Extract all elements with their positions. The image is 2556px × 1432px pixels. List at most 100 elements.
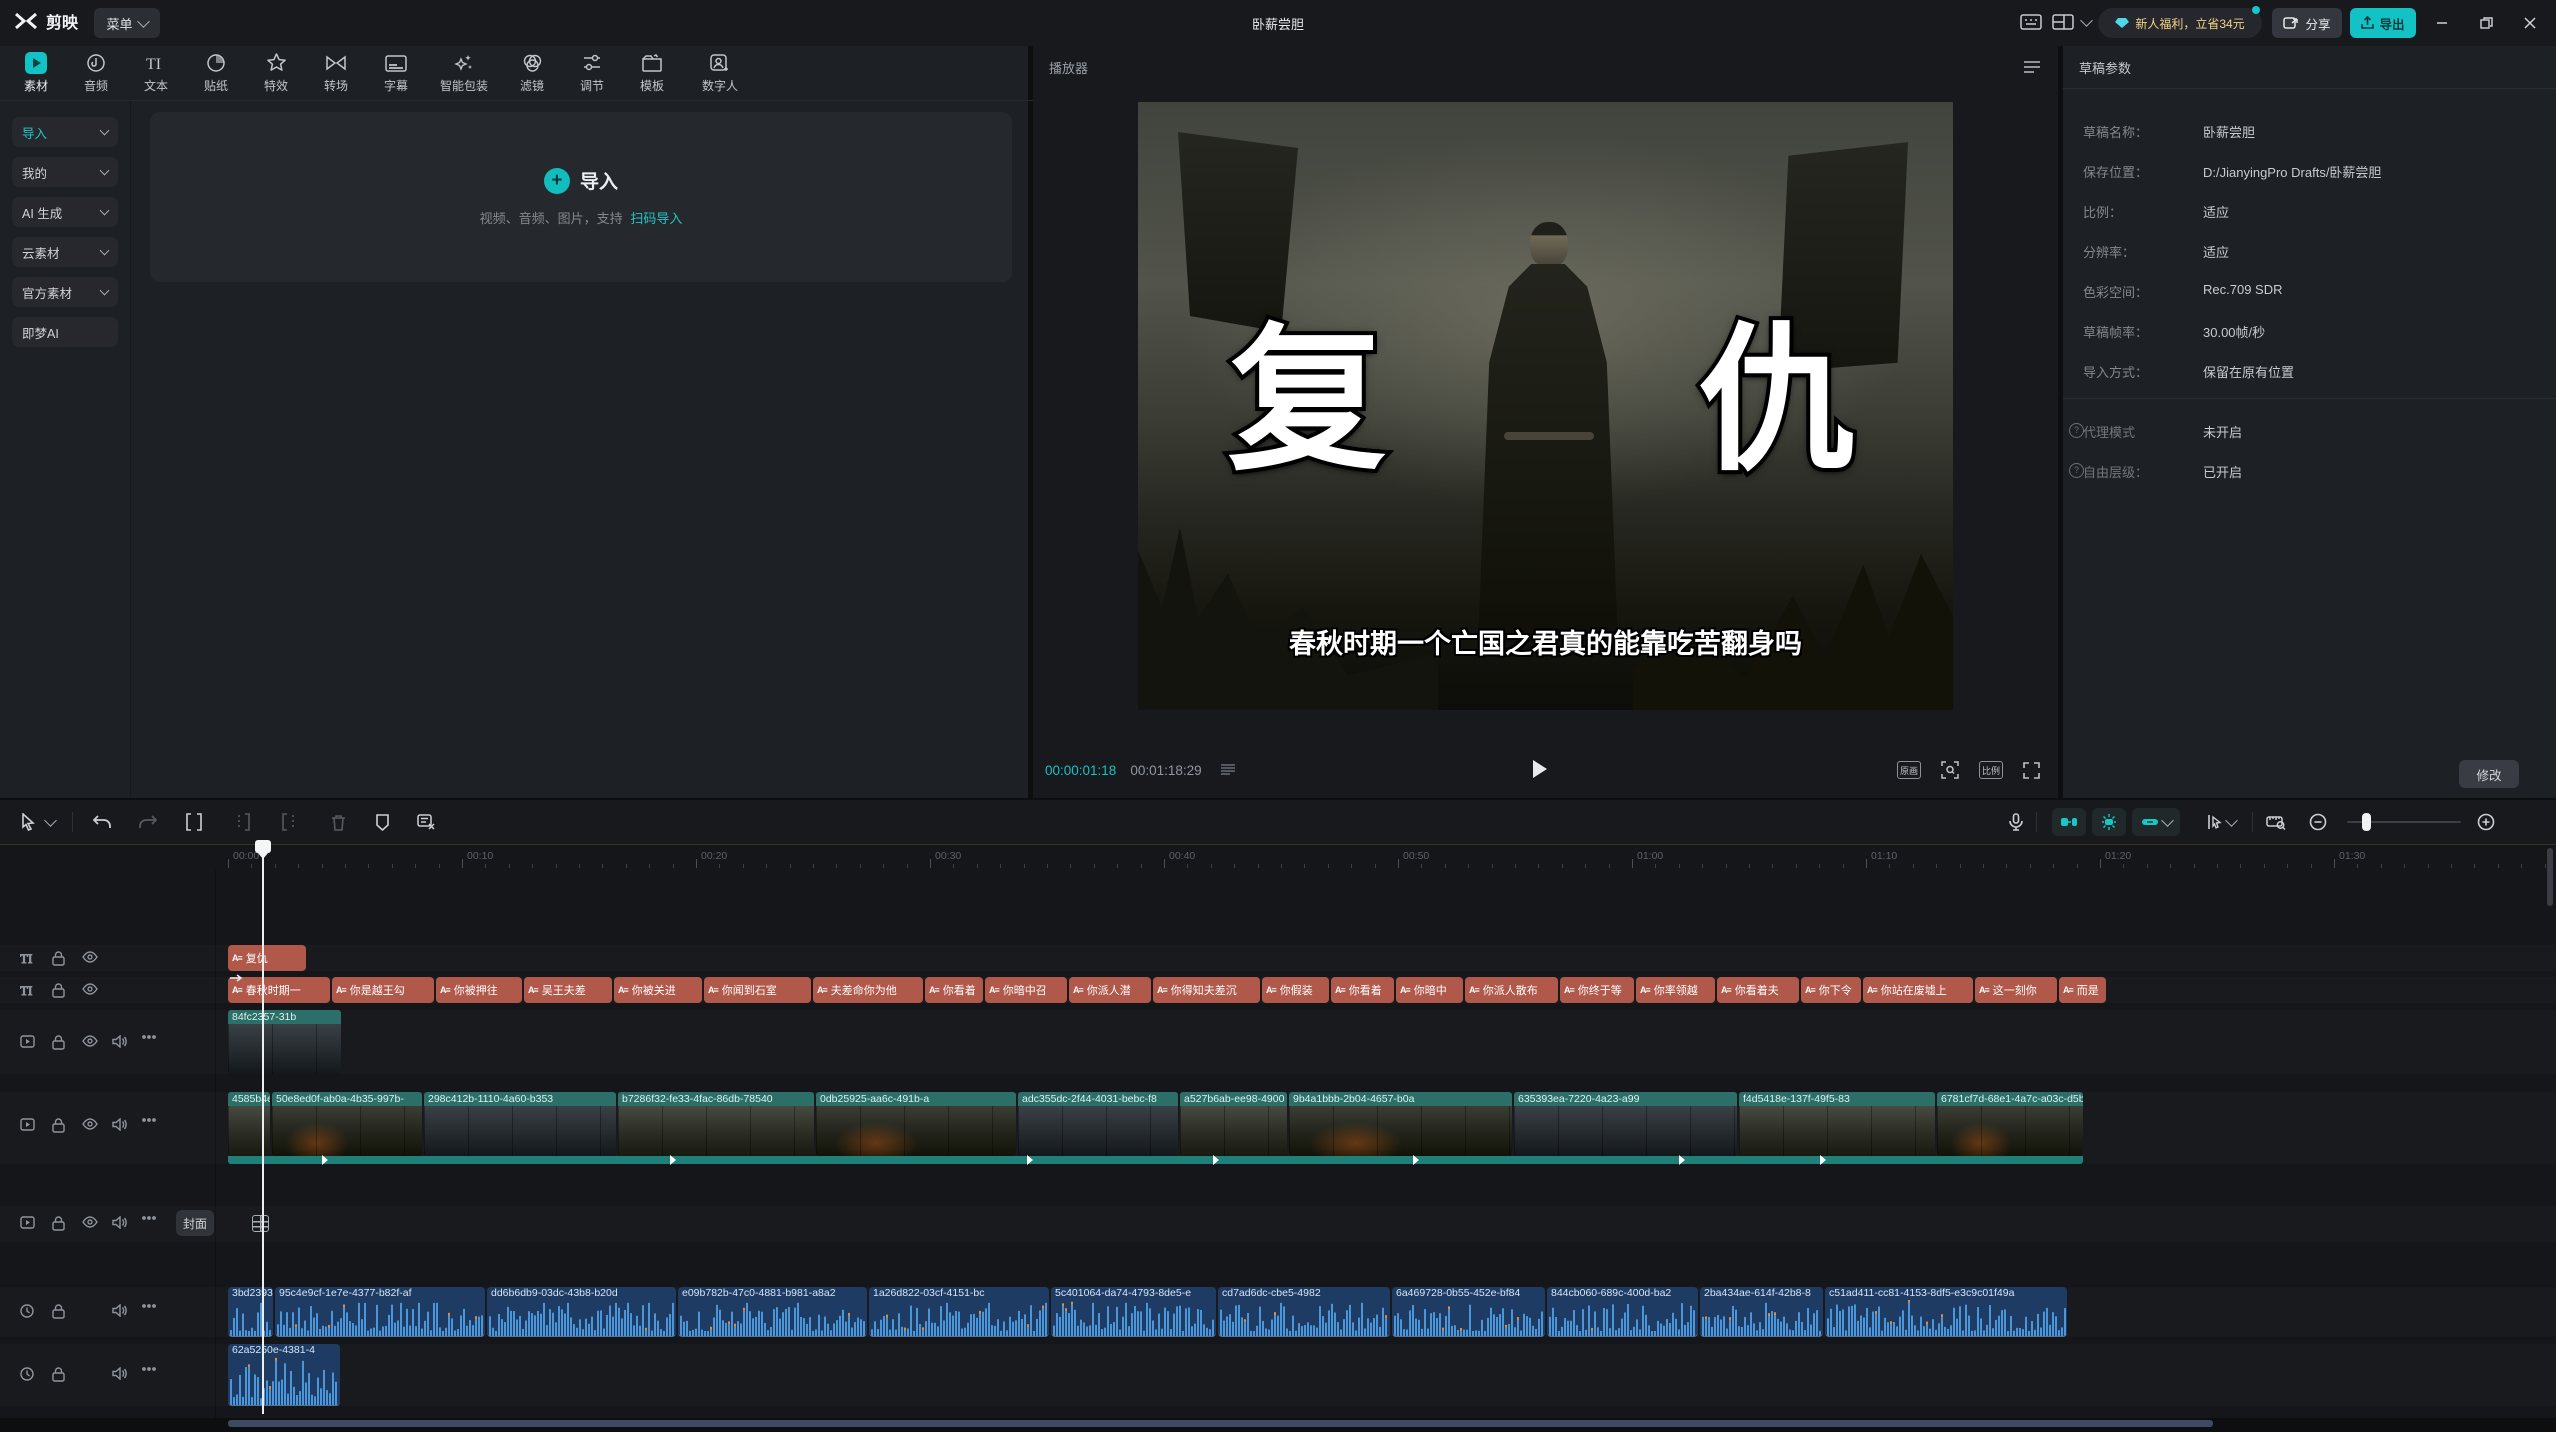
video-clip[interactable]: a527b6ab-ee98-4900: [1180, 1092, 1287, 1156]
video-clip[interactable]: b7286f32-fe33-4fac-86db-78540: [618, 1092, 814, 1156]
audio-clip[interactable]: cd7ad6dc-cbe5-4982: [1218, 1287, 1390, 1337]
tab-音频[interactable]: 音频: [66, 52, 126, 94]
shortcut-keyboard-icon[interactable]: [2020, 13, 2042, 31]
sidebar-item-AI 生成[interactable]: AI 生成: [12, 197, 118, 227]
chevron-down-icon[interactable]: [44, 814, 57, 827]
subtitle-clip[interactable]: A≡你站在废墟上: [1863, 977, 1973, 1003]
transition-arrow-icon[interactable]: [322, 1155, 328, 1165]
transition-arrow-icon[interactable]: [1679, 1155, 1685, 1165]
cover-frame-icon[interactable]: [252, 1215, 269, 1232]
subtitle-clip[interactable]: A≡你得知夫差沉: [1153, 977, 1260, 1003]
microphone-icon[interactable]: [2004, 810, 2028, 834]
original-quality-button[interactable]: 原画: [1897, 761, 1921, 779]
tab-素材[interactable]: 素材: [6, 52, 66, 94]
subtitle-clip[interactable]: A≡你假装: [1262, 977, 1329, 1003]
video-clip[interactable]: 9b4a1bbb-2b04-4657-b0a: [1289, 1092, 1512, 1156]
export-button[interactable]: 导出: [2350, 8, 2416, 38]
video-clip[interactable]: 635393ea-7220-4a23-a99: [1514, 1092, 1737, 1156]
sidebar-item-即梦AI[interactable]: 即梦AI: [12, 317, 118, 347]
ratio-button[interactable]: 比例: [1979, 761, 2003, 779]
audio-clip[interactable]: 1a26d822-03cf-4151-bc: [869, 1287, 1049, 1337]
video-clip[interactable]: 6781cf7d-68e1-4a7c-a03c-d5b4d3a309: [1937, 1092, 2083, 1156]
fullscreen-icon[interactable]: [2023, 762, 2040, 779]
video-clip[interactable]: 0db25925-aa6c-491b-a: [816, 1092, 1016, 1156]
subtitle-clip[interactable]: A≡你看着: [925, 977, 983, 1003]
link-clips-toggle[interactable]: [2132, 808, 2180, 836]
split-right-icon[interactable]: [278, 810, 302, 834]
info-icon[interactable]: ?: [2069, 423, 2084, 438]
info-icon[interactable]: ?: [2069, 463, 2084, 478]
scan-import-link[interactable]: 扫码导入: [630, 211, 682, 226]
split-left-icon[interactable]: [230, 810, 254, 834]
timeline-ruler[interactable]: 00:0000:1000:2000:3000:4000:5001:0001:10…: [0, 844, 2556, 871]
tab-模板[interactable]: 模板: [622, 52, 682, 94]
share-button[interactable]: 分享: [2272, 8, 2342, 38]
zoom-in-icon[interactable]: [2474, 810, 2498, 834]
sidebar-item-我的[interactable]: 我的: [12, 157, 118, 187]
video-clip[interactable]: 50e8ed0f-ab0a-4b35-997b-: [272, 1092, 422, 1156]
delete-icon[interactable]: [326, 810, 350, 834]
subtitle-clip[interactable]: A≡你闻到石室: [704, 977, 811, 1003]
subtitle-clip[interactable]: A≡这一刻你: [1975, 977, 2057, 1003]
audio-clip[interactable]: 62a5250e-4381-4: [228, 1344, 340, 1406]
mark-flag-icon[interactable]: [370, 810, 394, 834]
import-action[interactable]: + 导入: [544, 167, 618, 194]
zoom-out-icon[interactable]: [2306, 810, 2330, 834]
subtitle-clip[interactable]: A≡你是越王勾: [332, 977, 434, 1003]
vertical-scrollbar[interactable]: [2547, 848, 2553, 906]
audio-clip[interactable]: c51ad411-cc81-4153-8df5-e3c9c01f49a: [1825, 1287, 2067, 1337]
transition-arrow-icon[interactable]: [1413, 1155, 1419, 1165]
tab-智能包装[interactable]: 智能包装: [426, 52, 502, 94]
playhead-handle[interactable]: [255, 840, 271, 853]
undo-icon[interactable]: [90, 810, 114, 834]
sidebar-item-导入[interactable]: 导入: [12, 117, 118, 147]
audio-clip[interactable]: e09b782b-47c0-4881-b981-a8a2: [678, 1287, 867, 1337]
audio-clip[interactable]: 6a469728-0b55-452e-bf84: [1392, 1287, 1545, 1337]
tab-调节[interactable]: 调节: [562, 52, 622, 94]
minimize-button[interactable]: [2432, 13, 2452, 33]
chevron-down-icon[interactable]: [2080, 14, 2093, 27]
tab-数字人[interactable]: 数字人: [682, 52, 758, 94]
audio-clip[interactable]: 95c4e9cf-1e7e-4377-b82f-af: [275, 1287, 485, 1337]
audio-clip[interactable]: 5c401064-da74-4793-8de5-e: [1051, 1287, 1216, 1337]
subtitle-clip[interactable]: A≡你下令: [1801, 977, 1861, 1003]
player-options-icon[interactable]: [2023, 60, 2041, 74]
playhead-line[interactable]: [262, 846, 264, 1414]
transition-arrow-icon[interactable]: [670, 1155, 676, 1165]
subtitle-clip[interactable]: A≡而是: [2059, 977, 2106, 1003]
tab-滤镜[interactable]: 滤镜: [502, 52, 562, 94]
timeline-zoom-handle[interactable]: [2362, 813, 2371, 831]
subtitle-clip[interactable]: A≡你派人散布: [1465, 977, 1558, 1003]
magnetic-snap-toggle[interactable]: [2052, 808, 2086, 836]
transition-arrow-icon[interactable]: [1820, 1155, 1826, 1165]
subtitle-clip[interactable]: A≡你被关进: [614, 977, 702, 1003]
text-clip-title[interactable]: A≡复仇: [228, 945, 306, 971]
preview-quality-icon[interactable]: [1941, 761, 1959, 779]
timeline-locate-icon[interactable]: [2264, 810, 2288, 834]
audio-clip[interactable]: dd6b6db9-03dc-43b8-b20d: [487, 1287, 676, 1337]
subtitle-clip[interactable]: A≡你派人潜: [1069, 977, 1151, 1003]
linkage-toggle[interactable]: [2092, 808, 2126, 836]
layout-switch-icon[interactable]: [2052, 13, 2074, 31]
menu-button[interactable]: 菜单: [94, 8, 160, 38]
close-button[interactable]: [2520, 13, 2540, 33]
tab-贴纸[interactable]: 贴纸: [186, 52, 246, 94]
tab-特效[interactable]: 特效: [246, 52, 306, 94]
subtitle-clip[interactable]: A≡你终于等: [1560, 977, 1634, 1003]
subtitle-clip[interactable]: A≡夫差命你为他: [813, 977, 923, 1003]
split-icon[interactable]: [182, 810, 206, 834]
promo-banner[interactable]: 新人福利，立省34元: [2098, 8, 2262, 38]
preview-cursor-toggle[interactable]: [2196, 808, 2244, 836]
audio-clip[interactable]: 844cb060-689c-400d-ba2: [1547, 1287, 1698, 1337]
audio-clip[interactable]: 2ba434ae-614f-42b8-8: [1700, 1287, 1823, 1337]
sidebar-item-官方素材[interactable]: 官方素材: [12, 277, 118, 307]
horizontal-scrollbar[interactable]: [228, 1420, 2213, 1427]
batch-text-delete-icon[interactable]: [414, 810, 438, 834]
frame-list-icon[interactable]: [1220, 763, 1236, 777]
cover-button[interactable]: 封面: [176, 1210, 214, 1236]
sidebar-item-云素材[interactable]: 云素材: [12, 237, 118, 267]
play-button[interactable]: [1533, 760, 1547, 778]
tab-文本[interactable]: TI文本: [126, 52, 186, 94]
audio-clip[interactable]: 3bd23933-94b: [228, 1287, 273, 1337]
subtitle-clip[interactable]: A≡你看着: [1331, 977, 1394, 1003]
